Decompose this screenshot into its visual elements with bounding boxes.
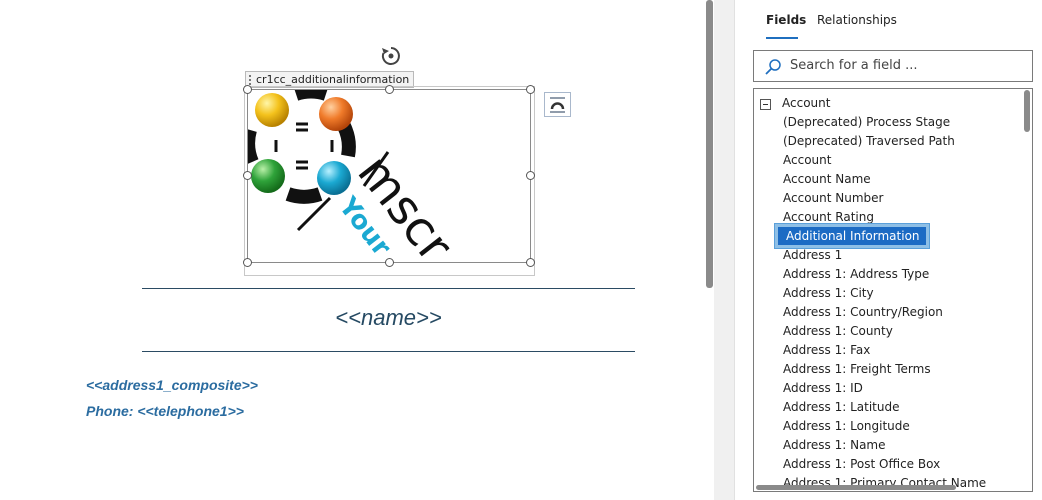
- layout-options-icon: [550, 97, 565, 113]
- field-tree[interactable]: Account (Deprecated) Process Stage (Depr…: [753, 88, 1033, 492]
- address-merge-field[interactable]: <<address1_composite>>: [86, 377, 258, 393]
- tree-horizontal-scrollbar-thumb[interactable]: [756, 485, 956, 490]
- field-search-box[interactable]: Search for a field ...: [753, 50, 1033, 82]
- tree-item[interactable]: Address 1: Post Office Box: [783, 457, 940, 471]
- tab-fields[interactable]: Fields: [766, 13, 806, 27]
- tree-item[interactable]: Address 1: Fax: [783, 343, 870, 357]
- resize-handle-right[interactable]: [526, 171, 535, 180]
- resize-handle-top-right[interactable]: [526, 85, 535, 94]
- resize-handle-top[interactable]: [385, 85, 394, 94]
- document-canvas[interactable]: cr1cc_additionalinformation mscr Your <<…: [0, 0, 704, 500]
- tree-item[interactable]: Address 1: Country/Region: [783, 305, 943, 319]
- tree-item[interactable]: Address 1: City: [783, 286, 874, 300]
- tree-item[interactable]: Address 1: [783, 248, 842, 262]
- resize-handle-bottom-right[interactable]: [526, 258, 535, 267]
- tree-vertical-scrollbar[interactable]: [1023, 90, 1031, 490]
- tree-item[interactable]: Account Name: [783, 172, 871, 186]
- tree-item-selected[interactable]: Additional Information: [775, 224, 929, 248]
- document-scrollbar[interactable]: [704, 0, 714, 500]
- resize-handle-left[interactable]: [243, 171, 252, 180]
- divider-bottom: [142, 351, 635, 352]
- tree-item[interactable]: Address 1: Longitude: [783, 419, 910, 433]
- active-tab-indicator: [766, 37, 798, 39]
- tree-item[interactable]: Address 1: Latitude: [783, 400, 899, 414]
- tree-item[interactable]: (Deprecated) Process Stage: [783, 115, 950, 129]
- logo-graphic: mscr Your: [248, 90, 463, 262]
- document-scrollbar-thumb[interactable]: [706, 0, 713, 288]
- tree-item[interactable]: Address 1: Freight Terms: [783, 362, 931, 376]
- divider-top: [142, 288, 635, 289]
- resize-handle-bottom-left[interactable]: [243, 258, 252, 267]
- name-merge-field[interactable]: <<name>>: [142, 305, 635, 331]
- tree-item[interactable]: Account Number: [783, 191, 883, 205]
- tree-item[interactable]: (Deprecated) Traversed Path: [783, 134, 955, 148]
- panel-splitter: [714, 0, 735, 500]
- tree-vertical-scrollbar-thumb[interactable]: [1024, 90, 1030, 132]
- drag-grip-icon[interactable]: [249, 75, 253, 85]
- tree-item[interactable]: Address 1: ID: [783, 381, 863, 395]
- tab-relationships[interactable]: Relationships: [817, 13, 897, 27]
- search-icon: [765, 59, 781, 75]
- tree-item[interactable]: Address 1: County: [783, 324, 893, 338]
- collapse-toggle-icon[interactable]: [760, 99, 771, 110]
- tree-item[interactable]: Account: [783, 153, 831, 167]
- logo-image[interactable]: mscr Your: [247, 89, 531, 263]
- tree-root-account[interactable]: Account: [782, 96, 830, 110]
- resize-handle-top-left[interactable]: [243, 85, 252, 94]
- rotate-handle-icon[interactable]: [379, 44, 403, 68]
- layout-options-button[interactable]: [544, 92, 571, 117]
- resize-handle-bottom[interactable]: [385, 258, 394, 267]
- tree-item[interactable]: Address 1: Address Type: [783, 267, 929, 281]
- field-picker-panel: Fields Relationships Search for a field …: [735, 0, 1042, 500]
- tree-item[interactable]: Account Rating: [783, 210, 874, 224]
- tree-horizontal-scrollbar[interactable]: [754, 484, 1024, 491]
- tree-item[interactable]: Address 1: Name: [783, 438, 886, 452]
- search-input[interactable]: Search for a field ...: [790, 58, 917, 73]
- phone-merge-field[interactable]: Phone: <<telephone1>>: [86, 403, 244, 419]
